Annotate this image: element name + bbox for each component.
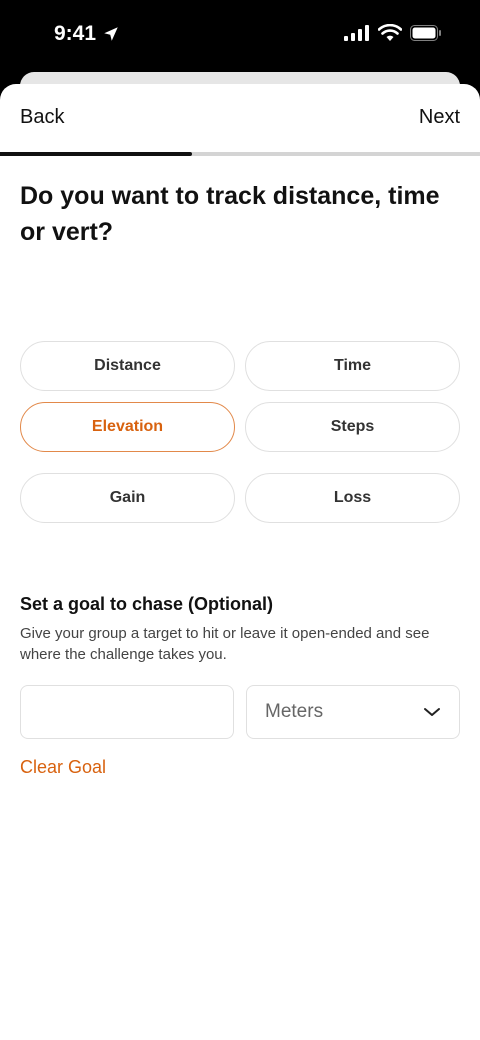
page-title: Do you want to track distance, time or v… [20,182,440,246]
progress-bar [0,152,480,156]
status-bar: 9:41 [0,0,480,72]
goal-value-input[interactable] [20,685,234,739]
status-icons [344,24,442,42]
metric-option-gain[interactable]: Gain [20,473,235,523]
wifi-icon [378,24,402,41]
status-time-text: 9:41 [54,22,97,45]
nav-bar: Back Next [0,84,480,152]
metric-option-time[interactable]: Time [245,341,460,391]
location-arrow-icon [104,27,118,41]
unit-select[interactable]: Meters [246,685,460,739]
next-button[interactable]: Next [419,106,460,129]
status-time: 9:41 [54,22,120,46]
modal-sheet: Back Next Do you want to track distance,… [0,84,480,1040]
metric-option-distance[interactable]: Distance [20,341,235,391]
metric-option-steps[interactable]: Steps [245,402,460,452]
goal-section-title: Set a goal to chase (Optional) [20,594,274,614]
goal-section-description: Give your group a target to hit or leave… [20,625,430,663]
chevron-down-icon [424,708,440,716]
progress-fill [0,152,192,156]
unit-select-value: Meters [265,701,324,722]
metric-option-loss[interactable]: Loss [245,473,460,523]
metric-option-elevation[interactable]: Elevation [20,402,235,452]
cellular-signal-icon [344,25,369,41]
clear-goal-button[interactable]: Clear Goal [20,757,106,778]
back-button[interactable]: Back [20,106,64,129]
battery-icon [410,25,441,41]
